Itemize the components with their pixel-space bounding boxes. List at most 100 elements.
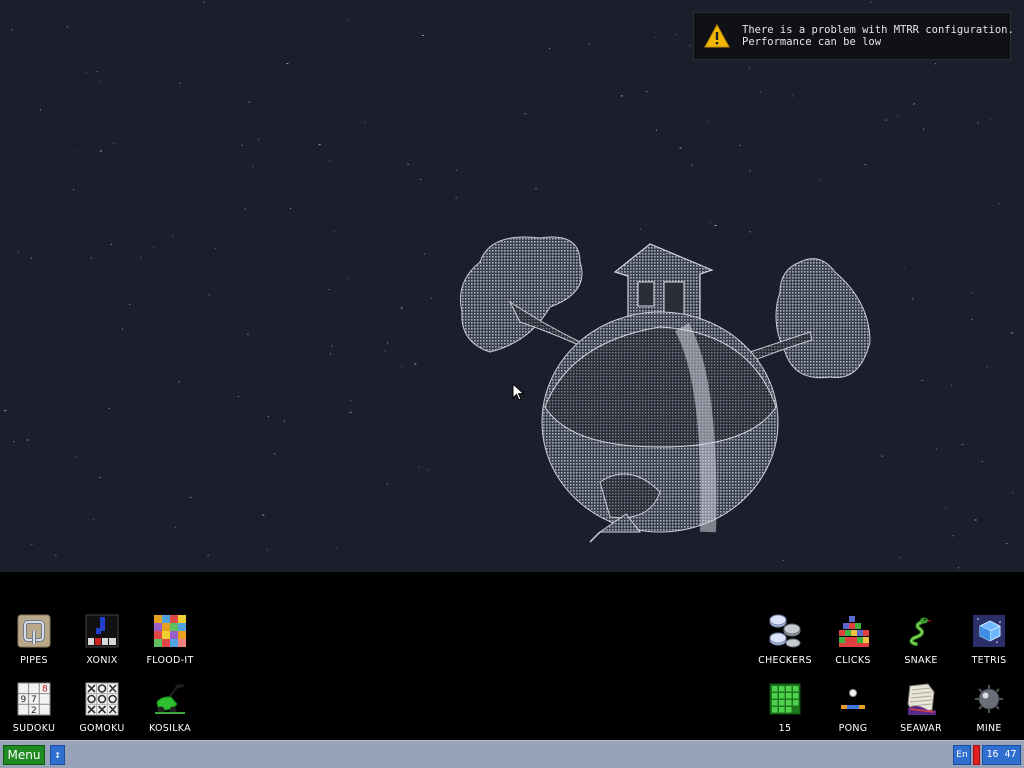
star xyxy=(203,1,205,3)
seawar-icon xyxy=(907,683,936,715)
app-gomoku[interactable]: GOMOKU xyxy=(68,682,136,746)
star xyxy=(986,366,988,368)
app-snake[interactable]: SNAKE xyxy=(887,614,955,678)
star xyxy=(384,350,386,352)
star xyxy=(912,298,914,300)
star xyxy=(100,150,102,152)
star xyxy=(431,297,432,299)
app-kosilka[interactable]: KOSILKA xyxy=(136,682,204,746)
star xyxy=(748,67,750,69)
star xyxy=(55,554,57,556)
star xyxy=(350,399,352,401)
app-label: SUDOKU xyxy=(12,723,56,734)
sudoku-digit: 2 xyxy=(31,706,37,716)
star xyxy=(113,142,115,144)
star xyxy=(401,366,403,368)
app-label: XONIX xyxy=(86,655,118,666)
star xyxy=(75,456,77,458)
star xyxy=(414,363,417,365)
star xyxy=(819,180,821,181)
star xyxy=(189,496,192,498)
star xyxy=(961,444,964,446)
app-checkers[interactable]: CHECKERS xyxy=(751,614,819,678)
app-sudoku[interactable]: 9 7 8 2 SUDOKU xyxy=(0,682,68,746)
star xyxy=(241,144,243,146)
star xyxy=(96,71,98,73)
star xyxy=(39,109,41,111)
star xyxy=(153,247,155,249)
star xyxy=(989,119,991,121)
app-seawar[interactable]: SEAWAR xyxy=(887,682,955,746)
app-pong[interactable]: PONG xyxy=(819,682,887,746)
star xyxy=(792,95,794,97)
sudoku-digit: 7 xyxy=(31,695,37,705)
mine-icon xyxy=(975,685,1003,713)
window-switch-button[interactable]: ↕ xyxy=(50,745,65,765)
star xyxy=(870,1,872,3)
star xyxy=(588,43,590,45)
star xyxy=(290,208,291,210)
star xyxy=(172,235,174,237)
notification-popup[interactable]: There is a problem with MTRR configurati… xyxy=(693,12,1014,60)
keyboard-language-button[interactable]: En xyxy=(953,745,971,765)
star xyxy=(328,289,330,291)
star xyxy=(549,48,551,49)
app-label: PIPES xyxy=(20,655,48,666)
taskbar: Menu ↕ En 16 47 xyxy=(0,740,1024,768)
star xyxy=(881,455,884,457)
star xyxy=(935,63,937,65)
star xyxy=(30,257,32,259)
star xyxy=(426,469,428,471)
star xyxy=(977,122,979,124)
mouse-cursor xyxy=(512,383,525,401)
star xyxy=(26,439,29,441)
star xyxy=(283,420,285,422)
app-label: PONG xyxy=(838,723,868,734)
app-xonix[interactable]: XONIX xyxy=(68,614,136,678)
star xyxy=(92,519,94,521)
clicks-icon xyxy=(839,616,869,647)
star xyxy=(971,318,973,320)
star xyxy=(267,416,269,418)
clock[interactable]: 16 47 xyxy=(982,745,1021,765)
menu-button[interactable]: Menu xyxy=(3,745,45,765)
star xyxy=(646,91,648,93)
star xyxy=(913,103,915,105)
star xyxy=(864,164,867,166)
star xyxy=(400,307,403,309)
star xyxy=(421,35,424,36)
app-label: CLICKS xyxy=(835,655,871,666)
star xyxy=(273,453,276,455)
star xyxy=(122,328,123,330)
app-flood-it[interactable]: FLOOD-IT xyxy=(136,614,204,678)
app-clicks[interactable]: CLICKS xyxy=(819,614,887,678)
checkers-icon xyxy=(769,614,801,648)
star xyxy=(945,507,947,509)
star xyxy=(423,253,425,255)
notification-line-1: There is a problem with MTRR configurati… xyxy=(742,24,1014,36)
star xyxy=(73,189,74,191)
pong-icon xyxy=(841,689,865,709)
star xyxy=(237,395,239,397)
star xyxy=(407,164,410,165)
star xyxy=(921,380,924,382)
star xyxy=(266,549,268,551)
app-pipes[interactable]: PIPES xyxy=(0,614,68,678)
star xyxy=(418,466,420,468)
star xyxy=(679,147,682,149)
app-15[interactable]: 15 xyxy=(751,682,819,746)
star xyxy=(246,333,249,335)
star xyxy=(456,170,457,171)
star xyxy=(258,138,260,140)
app-tetris[interactable]: TETRIS xyxy=(955,614,1023,678)
star xyxy=(129,304,131,305)
app-mine[interactable]: MINE xyxy=(955,682,1023,746)
star xyxy=(90,257,92,259)
star xyxy=(110,243,112,245)
star xyxy=(903,268,905,270)
warning-icon xyxy=(704,24,730,48)
star xyxy=(140,256,142,258)
star xyxy=(1005,543,1008,545)
star xyxy=(739,145,741,146)
app-label: SNAKE xyxy=(904,655,938,666)
